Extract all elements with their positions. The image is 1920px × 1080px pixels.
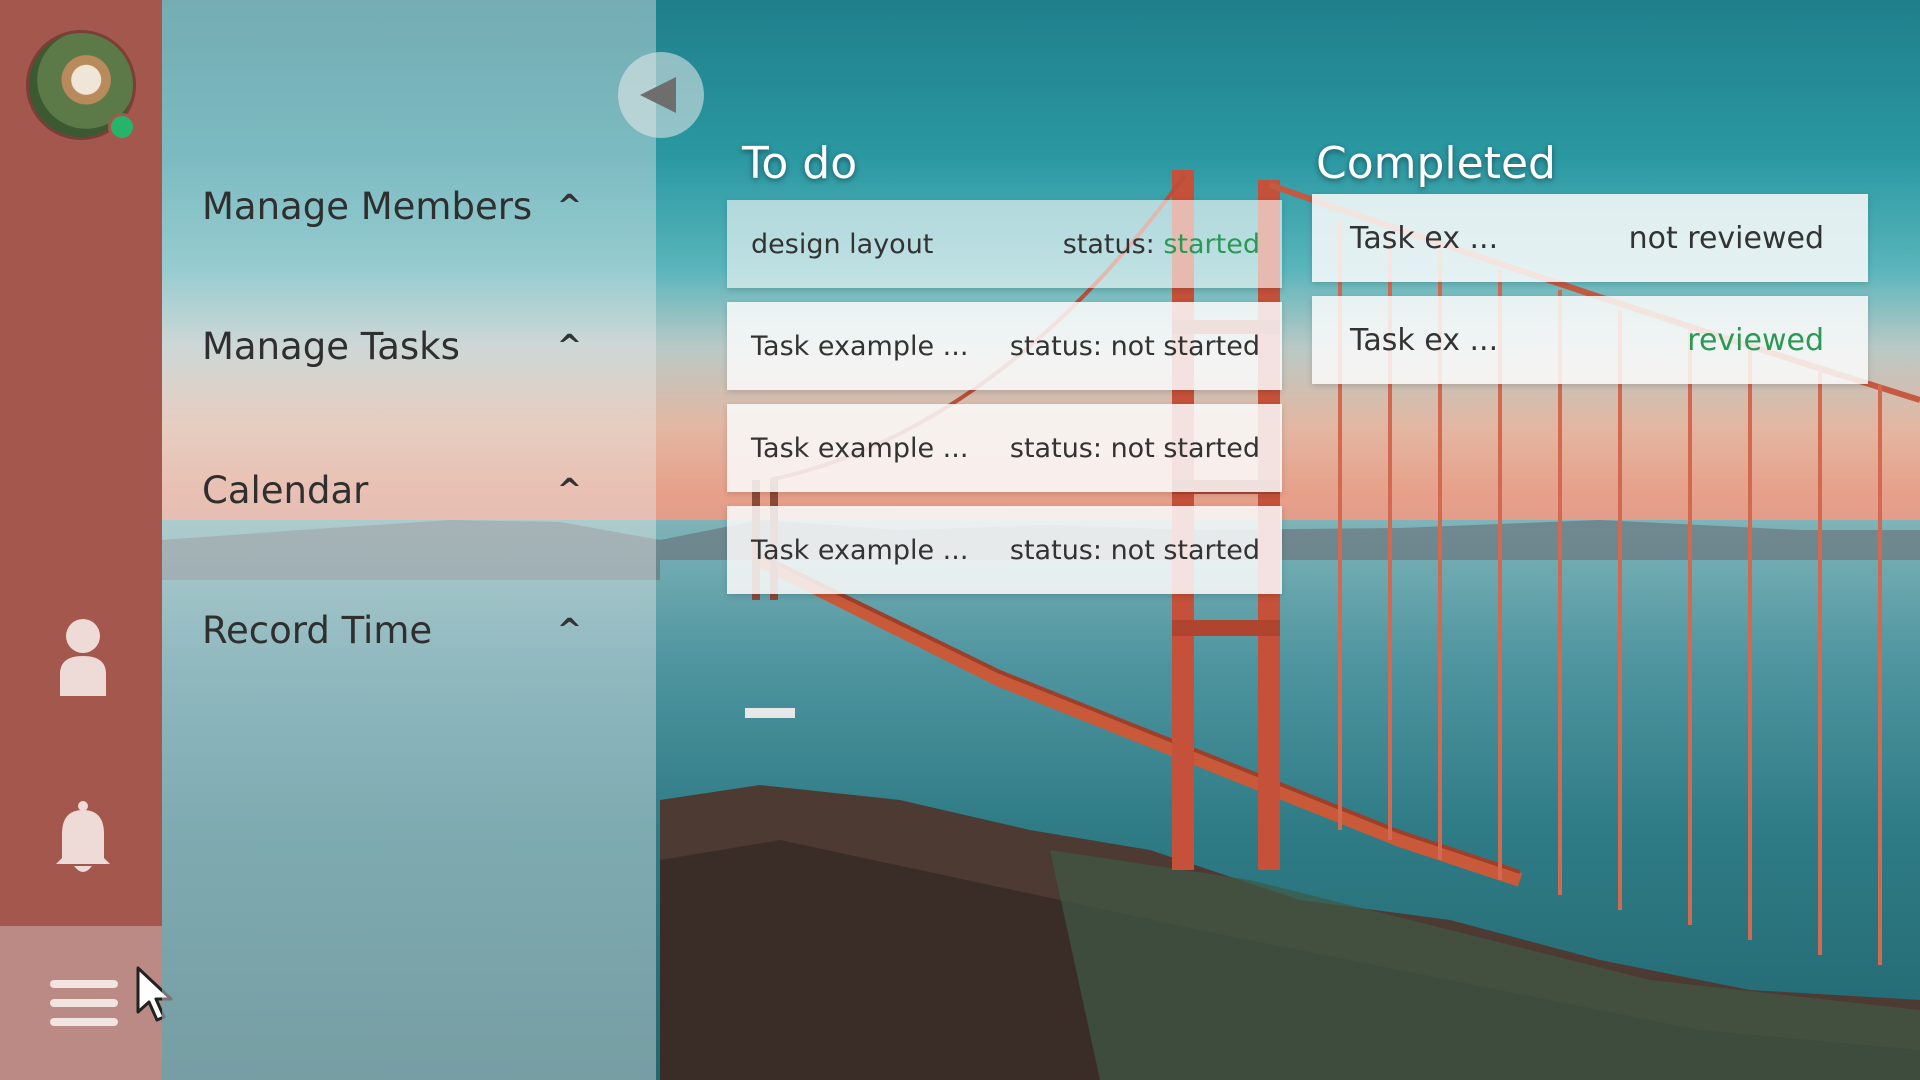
nav-item-label: Manage Tasks <box>202 324 460 368</box>
nav-item-label: Record Time <box>202 608 433 652</box>
task-name: Task example ... <box>751 330 969 362</box>
chevron-up-icon[interactable]: ^ <box>557 473 602 508</box>
task-status: status: started <box>1063 229 1260 260</box>
navigation-panel <box>162 0 656 1080</box>
status-value: not started <box>1110 432 1260 464</box>
task-name: Task example ... <box>751 432 969 464</box>
nav-item-manage-tasks[interactable]: Manage Tasks ^ <box>202 316 602 376</box>
completed-column-title: Completed <box>1316 138 1556 189</box>
side-rail <box>0 0 162 1080</box>
bell-icon[interactable] <box>54 800 112 876</box>
nav-item-record-time[interactable]: Record Time ^ <box>202 600 602 660</box>
nav-item-calendar[interactable]: Calendar ^ <box>202 460 602 520</box>
person-icon[interactable] <box>56 616 110 696</box>
collapse-arrow-icon <box>640 77 676 113</box>
nav-item-label: Calendar <box>202 468 369 512</box>
chevron-up-icon[interactable]: ^ <box>557 329 602 364</box>
task-status: status: not started <box>1010 433 1260 464</box>
task-status: status: not started <box>1010 535 1260 566</box>
app-window: Manage Members ^ Manage Tasks ^ Calendar… <box>0 0 1920 1080</box>
status-value: started <box>1163 228 1260 260</box>
hamburger-menu-icon[interactable] <box>50 980 118 1028</box>
todo-task-card[interactable]: Task example ... status: not started <box>727 506 1282 594</box>
status-prefix: status: <box>1062 228 1164 260</box>
status-prefix: status: <box>1009 432 1111 464</box>
task-name: Task ex ... <box>1350 322 1499 358</box>
collapse-panel-button[interactable] <box>618 52 704 138</box>
status-prefix: status: <box>1009 534 1111 566</box>
review-status: reviewed <box>1687 322 1824 358</box>
todo-column-title: To do <box>742 138 858 189</box>
completed-task-card[interactable]: Task ex ... reviewed <box>1312 296 1868 384</box>
todo-task-card[interactable]: Task example ... status: not started <box>727 404 1282 492</box>
online-status-dot <box>108 113 136 141</box>
task-name: design layout <box>751 228 934 260</box>
task-name: Task example ... <box>751 534 969 566</box>
task-name: Task ex ... <box>1350 220 1499 256</box>
review-status: not reviewed <box>1628 220 1824 256</box>
nav-item-manage-members[interactable]: Manage Members ^ <box>202 176 602 236</box>
nav-item-label: Manage Members <box>202 184 533 228</box>
chevron-up-icon[interactable]: ^ <box>557 613 602 648</box>
completed-task-card[interactable]: Task ex ... not reviewed <box>1312 194 1868 282</box>
todo-task-card[interactable]: design layout status: started <box>727 200 1282 288</box>
status-value: not started <box>1110 534 1260 566</box>
status-prefix: status: <box>1009 330 1111 362</box>
todo-task-card[interactable]: Task example ... status: not started <box>727 302 1282 390</box>
task-status: status: not started <box>1010 331 1260 362</box>
chevron-up-icon[interactable]: ^ <box>557 189 602 224</box>
status-value: not started <box>1110 330 1260 362</box>
